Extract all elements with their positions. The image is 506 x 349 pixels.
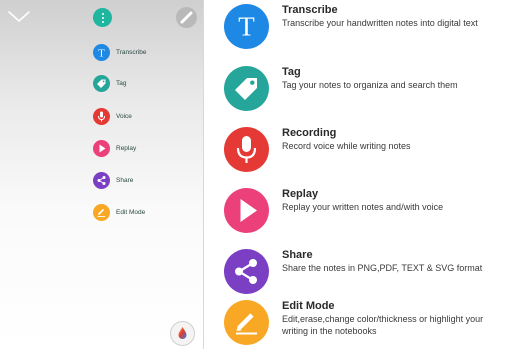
feature-tag: Tag Tag your notes to organiza and searc…	[224, 66, 506, 114]
pencil-icon	[180, 11, 193, 24]
feature-edit-mode: Edit Mode Edit,erase,change color/thickn…	[224, 300, 506, 348]
menu-item-label: Edit Mode	[116, 208, 146, 216]
feature-title: Replay	[282, 188, 319, 200]
feature-share: Share Share the notes in PNG,PDF, TEXT &…	[224, 249, 506, 297]
play-icon	[93, 139, 110, 157]
menu-item-voice[interactable]: Voice	[93, 107, 132, 125]
feature-title: Edit Mode	[282, 300, 335, 312]
menu-item-label: Voice	[116, 112, 132, 120]
tag-icon	[224, 66, 269, 111]
menu-item-label: Tag	[116, 79, 127, 87]
feature-title: Recording	[282, 127, 337, 139]
share-icon	[224, 249, 269, 294]
transcribe-icon: T	[93, 43, 110, 61]
feature-replay: Replay Replay your written notes and/wit…	[224, 188, 506, 236]
feature-description: Edit,erase,change color/thickness or hig…	[282, 314, 484, 336]
more-menu-button[interactable]	[93, 8, 112, 27]
menu-item-edit-mode[interactable]: Edit Mode	[93, 203, 145, 221]
feature-description: Tag your notes to organiza and search th…	[282, 80, 458, 90]
microphone-icon	[93, 107, 110, 125]
play-icon	[224, 188, 269, 233]
menu-item-label: Replay	[116, 144, 137, 152]
transcribe-icon: T	[224, 4, 269, 49]
menu-item-tag[interactable]: Tag	[93, 74, 126, 92]
feature-description: Share the notes in PNG,PDF, TEXT & SVG f…	[282, 263, 483, 273]
share-icon	[93, 171, 110, 189]
tag-icon	[93, 74, 110, 92]
feature-title: Tag	[282, 66, 301, 78]
feature-title: Transcribe	[282, 4, 338, 16]
feature-description: Record voice while writing notes	[282, 141, 411, 151]
feature-recording: Recording Record voice while writing not…	[224, 127, 506, 175]
menu-item-replay[interactable]: Replay	[93, 139, 136, 157]
microphone-icon	[224, 127, 269, 172]
ink-drop-icon	[178, 327, 187, 339]
pen-button[interactable]	[176, 7, 197, 28]
menu-item-transcribe[interactable]: T Transcribe	[93, 43, 146, 61]
feature-description: Transcribe your handwritten notes into d…	[282, 18, 478, 28]
menu-item-label: Share	[116, 176, 134, 184]
phone-screen: T Transcribe Tag Voice Replay Share Edit…	[0, 0, 204, 349]
color-palette-button[interactable]	[170, 321, 195, 346]
menu-item-share[interactable]: Share	[93, 171, 133, 189]
feature-description: Replay your written notes and/with voice	[282, 202, 444, 212]
svg-text:T: T	[238, 12, 255, 42]
menu-item-label: Transcribe	[116, 48, 147, 56]
feature-title: Share	[282, 249, 313, 261]
chevron-down-icon[interactable]	[7, 9, 31, 25]
feature-transcribe: T Transcribe Transcribe your handwritten…	[224, 4, 506, 52]
pencil-icon	[93, 203, 110, 221]
pencil-icon	[224, 300, 269, 345]
svg-text:T: T	[98, 47, 105, 59]
